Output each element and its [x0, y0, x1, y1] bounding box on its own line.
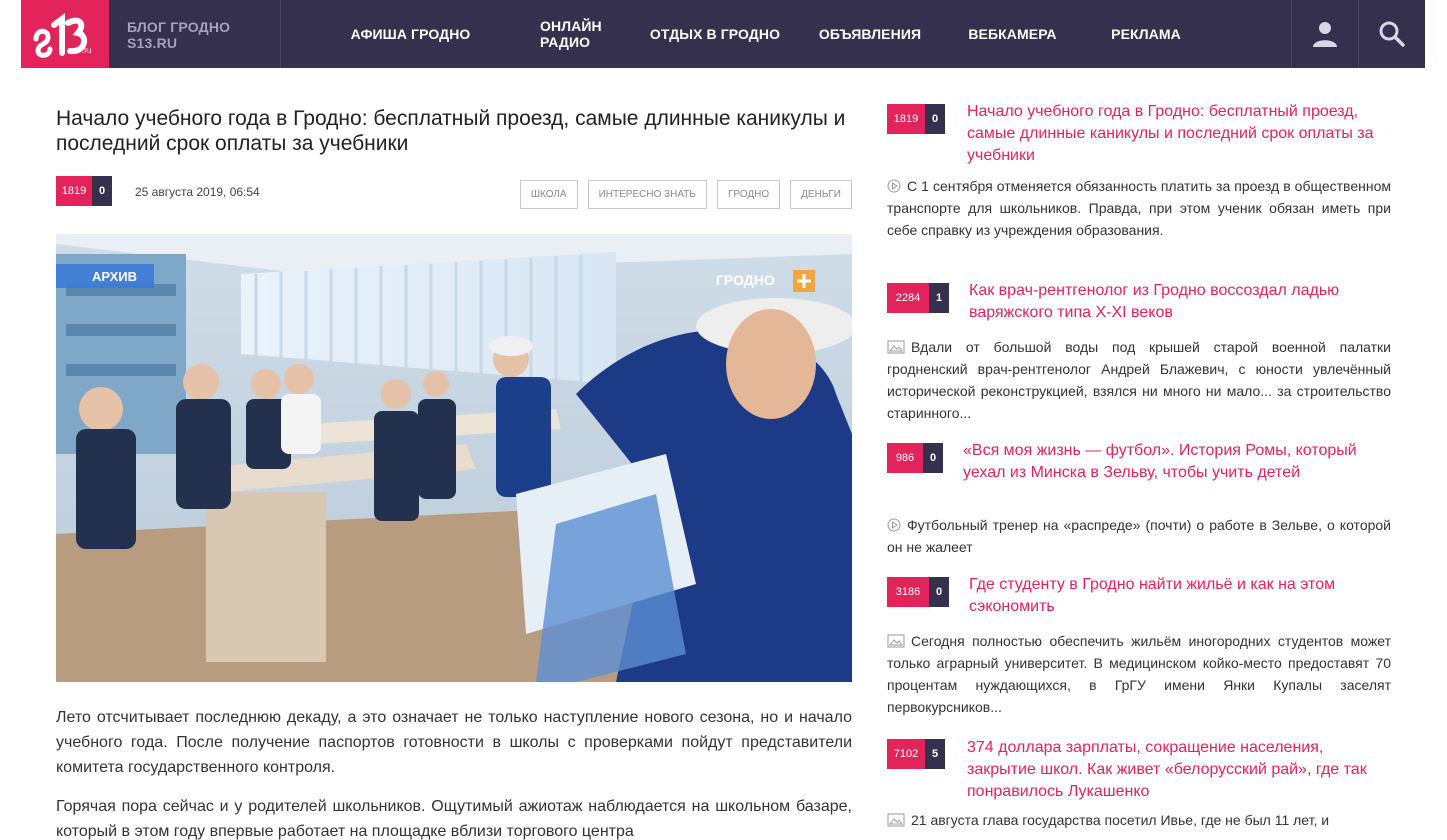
- sidebar-counter: 986 0: [887, 443, 943, 473]
- nav-webcam[interactable]: ВЕБКАМЕРА: [950, 0, 1075, 68]
- brand-block[interactable]: БЛОГ ГРОДНО S13.RU: [109, 0, 281, 68]
- comments-count[interactable]: 0: [92, 176, 112, 206]
- tag-money[interactable]: ДЕНЬГИ: [790, 180, 852, 209]
- views-count: 1819: [56, 176, 92, 206]
- tag-school[interactable]: ШКОЛА: [519, 180, 578, 209]
- article-tags: ШКОЛА ИНТЕРЕСНО ЗНАТЬ ГРОДНО ДЕНЬГИ: [519, 180, 852, 209]
- sidebar-desc-text: С 1 сентября отменяется обязанность плат…: [887, 178, 1391, 238]
- comments-count[interactable]: 0: [929, 577, 949, 607]
- comments-count[interactable]: 0: [923, 443, 943, 473]
- comments-count[interactable]: 0: [925, 104, 945, 134]
- comments-count[interactable]: 5: [925, 739, 945, 769]
- article-counter: 1819 0: [56, 176, 112, 206]
- nav-afisha[interactable]: АФИША ГРОДНО: [281, 0, 540, 68]
- site-header: .ru БЛОГ ГРОДНО S13.RU АФИША ГРОДНО ОНЛА…: [21, 0, 1425, 68]
- brand-domain: S13.RU: [127, 35, 178, 51]
- views-count: 2284: [887, 283, 929, 313]
- photo-badge-channel: ГРОДНО: [716, 272, 775, 288]
- sidebar-desc-text: 21 августа глава государства посетил Ивь…: [911, 812, 1330, 828]
- article-title: Начало учебного года в Гродно: бесплатны…: [56, 107, 846, 155]
- sidebar-desc-text: Футбольный тренер на «распреде» (почти) …: [887, 517, 1391, 555]
- photo-badge-archive: АРХИВ: [92, 269, 137, 284]
- sidebar-item-title[interactable]: Начало учебного года в Гродно: бесплатны…: [967, 101, 1377, 167]
- nav-reklama[interactable]: РЕКЛАМА: [1075, 0, 1217, 68]
- search-button[interactable]: [1358, 0, 1424, 68]
- image-icon: [887, 813, 905, 827]
- sidebar-item-title[interactable]: Как врач-рентгенолог из Гродно воссоздал…: [969, 280, 1379, 324]
- s13-logo-icon: .ru: [33, 13, 91, 58]
- sidebar-item-desc: С 1 сентября отменяется обязанность плат…: [887, 175, 1391, 241]
- sidebar-desc-text: Сегодня полностью обеспечить жильём иног…: [887, 633, 1391, 715]
- article-paragraph: Лето отсчитывает последнюю декаду, а это…: [56, 709, 852, 776]
- sidebar-item-desc: 21 августа глава государства посетил Ивь…: [887, 809, 1391, 831]
- tag-grodno[interactable]: ГРОДНО: [716, 180, 781, 209]
- nav-obyavleniya[interactable]: ОБЪЯВЛЕНИЯ: [790, 0, 950, 68]
- brand-name: БЛОГ ГРОДНО: [127, 19, 231, 35]
- classroom-photo: АРХИВ ГРОДНО: [56, 234, 852, 682]
- search-icon: [1379, 21, 1405, 47]
- nav-otdyh[interactable]: ОТДЫХ В ГРОДНО: [640, 0, 790, 68]
- image-icon: [887, 340, 905, 354]
- sidebar-counter: 2284 1: [887, 283, 949, 313]
- sidebar-item-title[interactable]: «Вся моя жизнь — футбол». История Ромы, …: [963, 440, 1373, 484]
- video-icon: [887, 518, 901, 532]
- sidebar-item-desc: Сегодня полностью обеспечить жильём иног…: [887, 630, 1391, 718]
- sidebar-item-title[interactable]: 374 доллара зарплаты, сокращение населен…: [967, 737, 1377, 803]
- tag-interesting[interactable]: ИНТЕРЕСНО ЗНАТЬ: [587, 180, 707, 209]
- article-date: 25 августа 2019, 06:54: [135, 185, 260, 199]
- views-count: 3186: [887, 577, 929, 607]
- views-count: 986: [887, 443, 923, 473]
- sidebar-item-desc: Футбольный тренер на «распреде» (почти) …: [887, 514, 1391, 558]
- sidebar-item-desc: Вдали от большой воды под крышей старой …: [887, 336, 1391, 424]
- main-nav: АФИША ГРОДНО ОНЛАЙН РАДИО ОТДЫХ В ГРОДНО…: [281, 0, 1217, 68]
- svg-text:.ru: .ru: [82, 46, 91, 55]
- article-paragraph: Горячая пора сейчас и у родителей школьн…: [56, 798, 852, 840]
- user-icon: [1312, 22, 1337, 47]
- article-photo: АРХИВ ГРОДНО: [56, 234, 852, 682]
- video-icon: [887, 179, 901, 193]
- sidebar-counter: 1819 0: [887, 104, 945, 134]
- sidebar-counter: 3186 0: [887, 577, 949, 607]
- sidebar-item-title[interactable]: Где студенту в Гродно найти жильё и как …: [969, 574, 1379, 618]
- views-count: 7102: [887, 739, 925, 769]
- article-body: Лето отсчитывает последнюю декаду, а это…: [56, 705, 852, 840]
- sidebar-counter: 7102 5: [887, 739, 945, 769]
- nav-radio[interactable]: ОНЛАЙН РАДИО: [540, 0, 640, 68]
- views-count: 1819: [887, 104, 925, 134]
- user-button[interactable]: [1291, 0, 1357, 68]
- image-icon: [887, 634, 905, 648]
- comments-count[interactable]: 1: [929, 283, 949, 313]
- site-logo[interactable]: .ru: [21, 0, 109, 68]
- sidebar-desc-text: Вдали от большой воды под крышей старой …: [887, 339, 1391, 421]
